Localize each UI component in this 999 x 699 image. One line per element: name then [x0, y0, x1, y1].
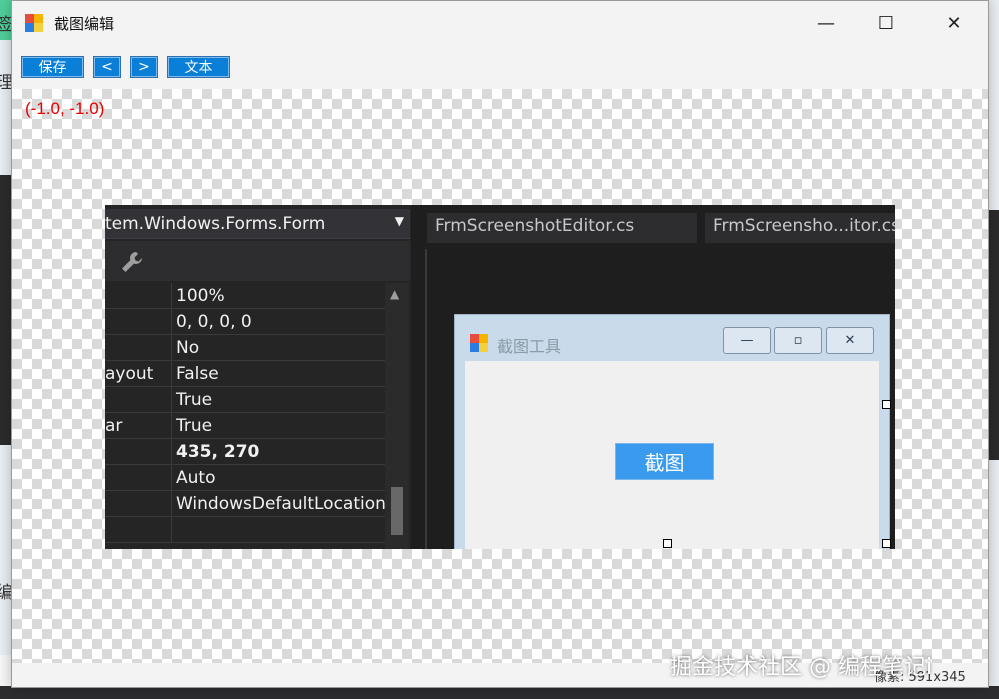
designer-minimize-icon: — — [723, 327, 771, 354]
property-value: No — [171, 335, 385, 361]
cursor-coordinates: (-1.0, -1.0) — [25, 99, 105, 118]
property-value: True — [171, 387, 385, 413]
text-tool-button[interactable]: 文本 — [167, 56, 230, 78]
designer-capture-button: 截图 — [615, 443, 714, 480]
property-row: True — [105, 387, 385, 413]
minimize-button[interactable]: — — [796, 1, 856, 45]
wrench-icon — [122, 252, 142, 272]
captured-screenshot[interactable]: tem.Windows.Forms.Form ▼ 100% 0, 0, 0, 0… — [105, 205, 895, 549]
designer-form: 截图工具 — ▫ ✕ 截图 — [454, 314, 890, 549]
property-row: 0, 0, 0, 0 — [105, 309, 385, 335]
editor-canvas[interactable]: (-1.0, -1.0) tem.Windows.Forms.Form ▼ 10… — [12, 89, 988, 663]
property-value: True — [171, 413, 385, 439]
close-button[interactable]: ✕ — [924, 1, 984, 45]
property-name: ar — [105, 416, 123, 436]
app-icon — [25, 14, 43, 32]
window-title: 截图编辑 — [54, 15, 115, 33]
property-row: 435, 270 — [105, 439, 385, 465]
properties-pane: tem.Windows.Forms.Form ▼ 100% 0, 0, 0, 0… — [105, 205, 411, 549]
screenshot-editor-window: 截图编辑 — ☐ ✕ 保存 < > 文本 (-1.0, -1.0) tem.Wi… — [11, 0, 989, 688]
property-row: ar True — [105, 413, 385, 439]
designer-form-client: 截图 — [465, 361, 879, 549]
property-value: False — [171, 361, 385, 387]
property-value — [171, 517, 385, 543]
tab-frmscreenshoteditor-cs: FrmScreenshotEditor.cs — [427, 213, 697, 243]
property-grid-scrollbar: ▲ — [385, 283, 409, 549]
next-button[interactable]: > — [130, 56, 158, 78]
dropdown-arrow-icon: ▼ — [394, 214, 404, 228]
form-icon — [470, 334, 488, 352]
title-bar[interactable]: 截图编辑 — ☐ ✕ — [12, 1, 988, 45]
property-value: WindowsDefaultLocation — [171, 491, 385, 517]
property-row: 100% — [105, 283, 385, 309]
property-value: Auto — [171, 465, 385, 491]
ide-editor-area: FrmScreenshotEditor.cs FrmScreensho...it… — [415, 205, 895, 549]
designer-close-icon: ✕ — [826, 327, 874, 354]
previous-button[interactable]: < — [93, 56, 121, 78]
tab-frmscreenshoteditor-designer: FrmScreensho...itor.cs — [705, 213, 895, 243]
resize-handle — [882, 539, 891, 548]
property-row: ayout False — [105, 361, 385, 387]
form-designer-surface: 截图工具 — ▫ ✕ 截图 — [425, 249, 895, 549]
save-button[interactable]: 保存 — [21, 56, 84, 78]
maximize-button[interactable]: ☐ — [856, 1, 916, 45]
scroll-up-icon: ▲ — [390, 287, 400, 301]
property-value: 435, 270 — [171, 439, 385, 465]
property-row: Auto — [105, 465, 385, 491]
property-value: 0, 0, 0, 0 — [171, 309, 385, 335]
property-row: No — [105, 335, 385, 361]
property-grid: 100% 0, 0, 0, 0 No ayout False True ar Tru… — [105, 283, 385, 543]
toolbar: 保存 < > 文本 — [12, 51, 988, 85]
property-row: WindowsDefaultLocation — [105, 491, 385, 517]
property-row — [105, 517, 385, 543]
property-name: ayout — [105, 364, 154, 384]
object-type-label: tem.Windows.Forms.Form — [105, 214, 326, 234]
resize-handle — [882, 400, 891, 409]
scrollbar-thumb — [391, 487, 403, 535]
designer-form-title: 截图工具 — [497, 337, 562, 356]
object-type-dropdown: tem.Windows.Forms.Form ▼ — [105, 209, 410, 239]
watermark: 掘金技术社区 @ 编程笔记i — [670, 655, 933, 680]
resize-handle — [663, 539, 672, 548]
designer-maximize-icon: ▫ — [774, 327, 822, 354]
properties-toolbar — [105, 241, 410, 281]
property-value: 100% — [171, 283, 385, 309]
